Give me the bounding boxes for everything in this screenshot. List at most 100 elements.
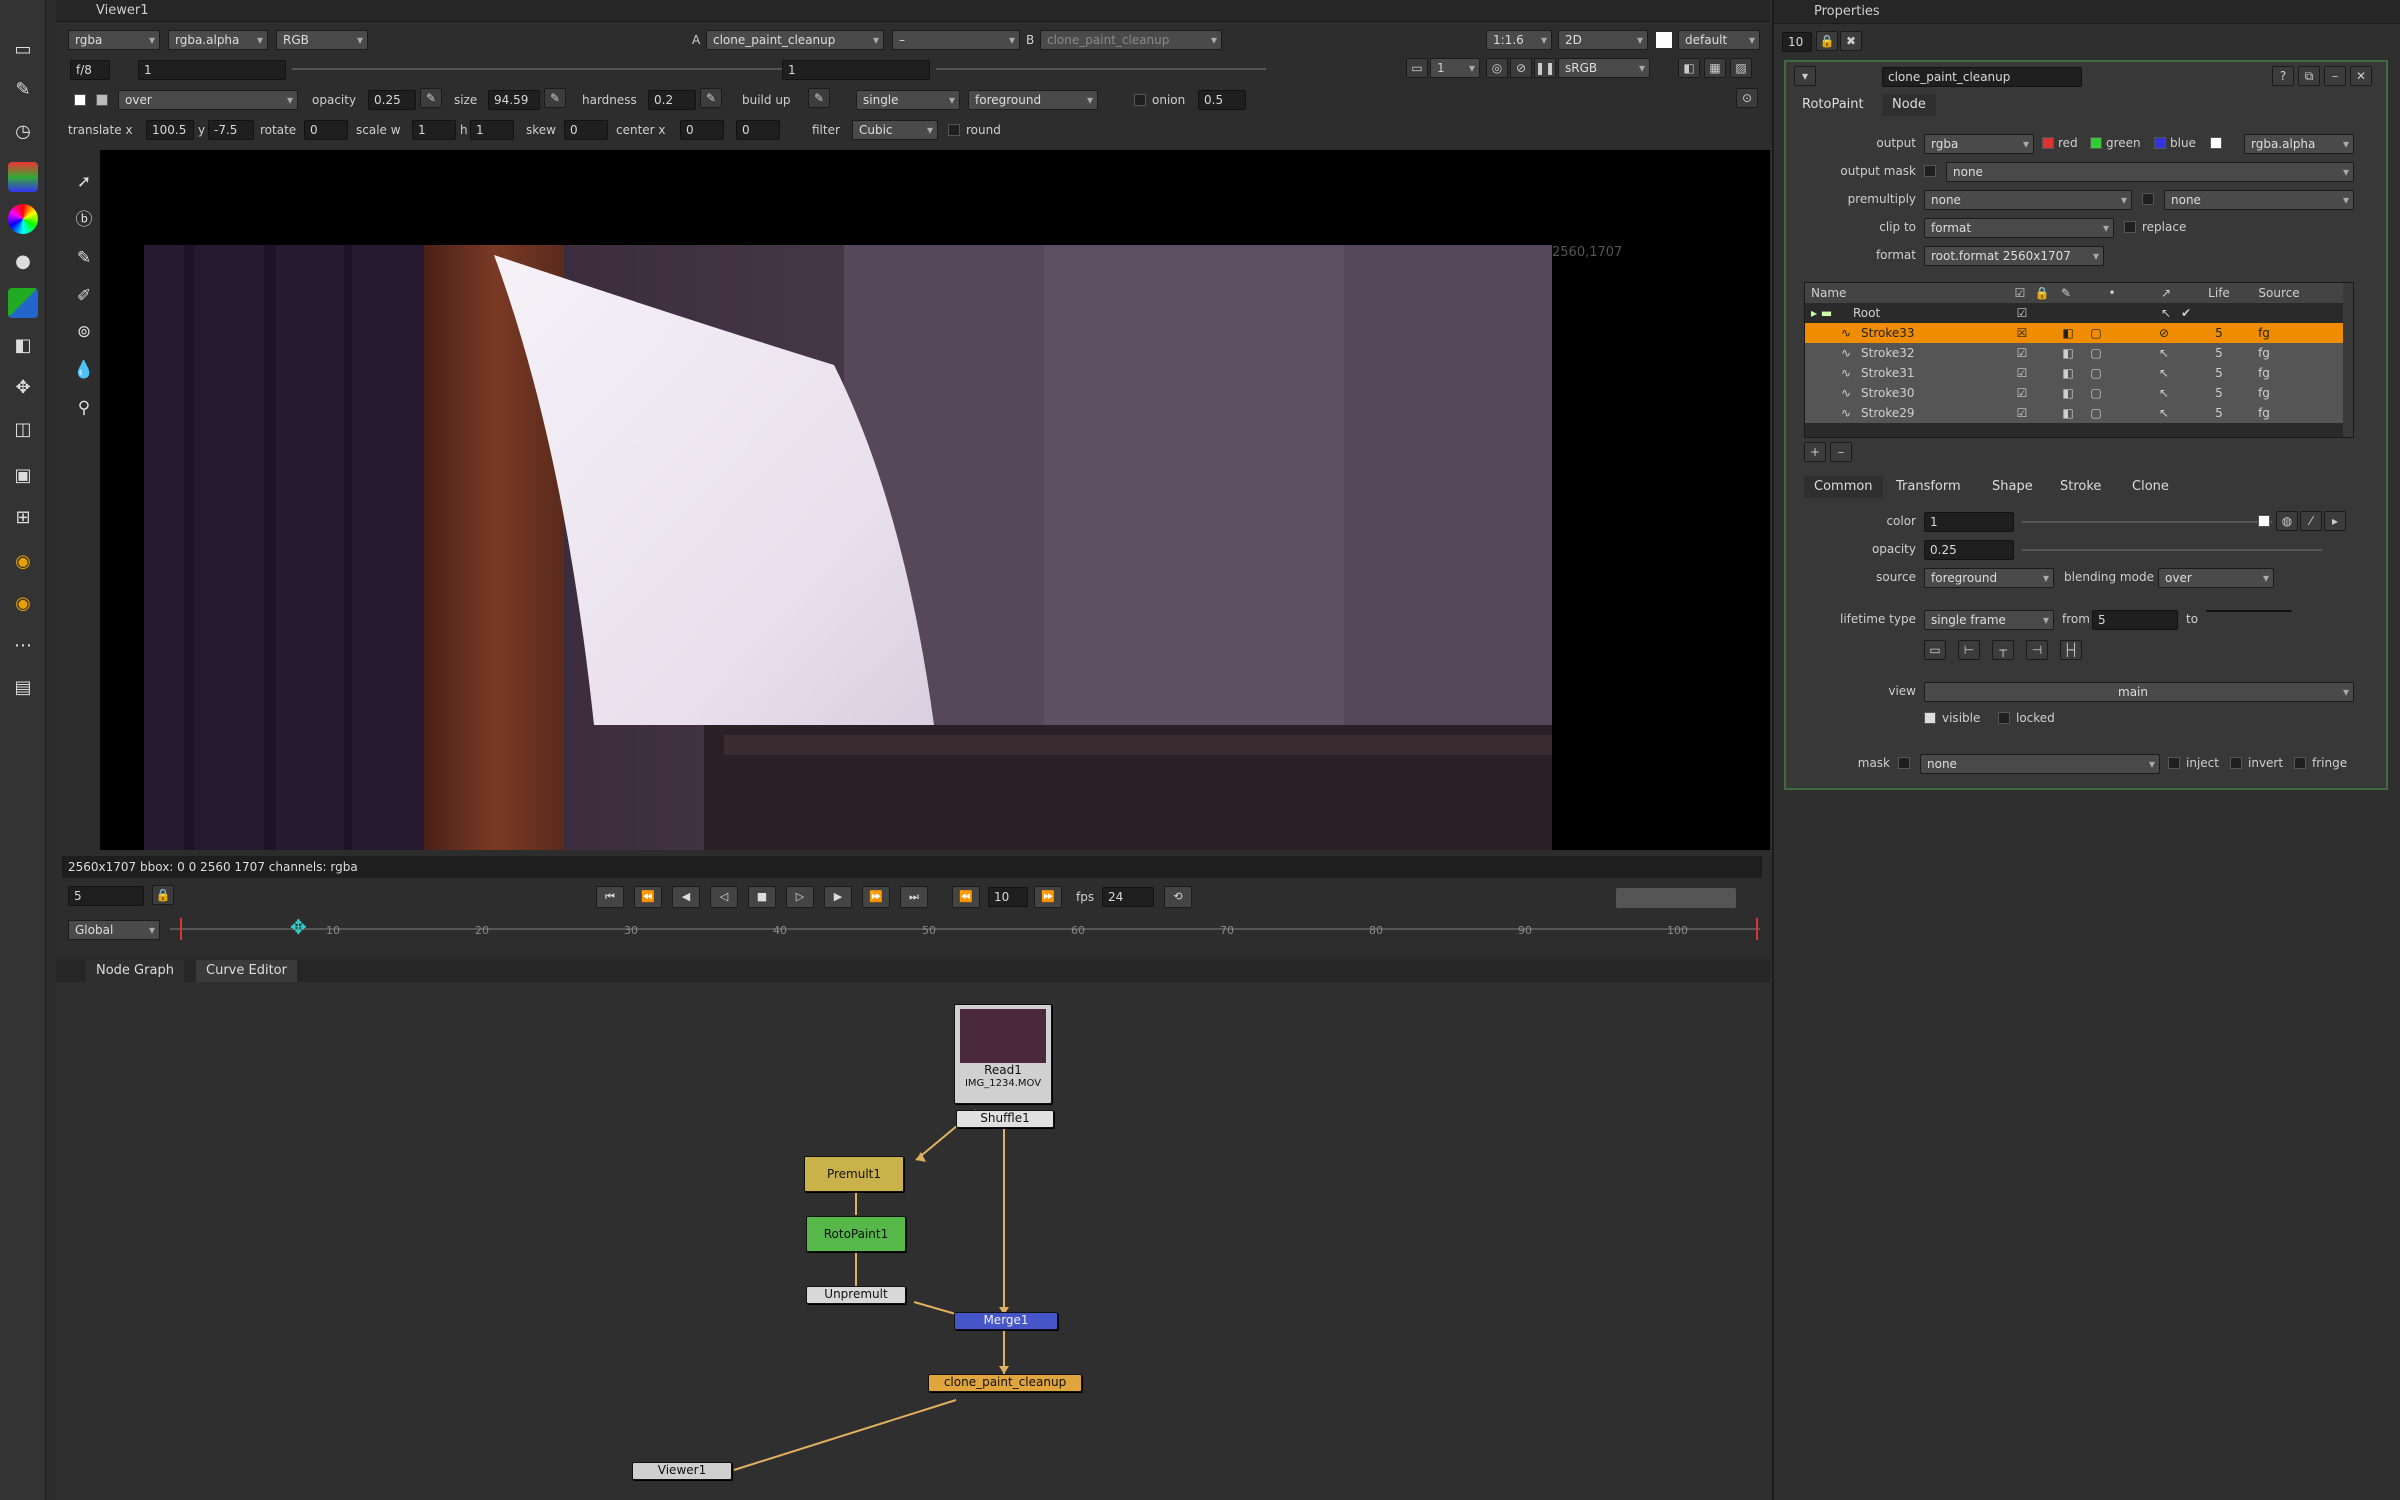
roi-icon[interactable]: ▭ bbox=[1406, 58, 1428, 78]
remove-layer-button[interactable]: – bbox=[1830, 442, 1852, 462]
color-swatch[interactable]: ◧ bbox=[2061, 363, 2075, 383]
blend-mode-select[interactable]: over bbox=[118, 90, 298, 110]
color-swatch[interactable]: ◧ bbox=[2061, 343, 2075, 363]
lifetime-select[interactable]: single bbox=[856, 90, 960, 110]
row-motion-icon[interactable]: ↖ bbox=[2157, 303, 2175, 323]
table-row-selected[interactable]: ∿ Stroke33 ☒ ◧ ▢ ⊘ 5 fg bbox=[1805, 323, 2345, 343]
image-icon[interactable]: ▭ bbox=[8, 34, 38, 64]
lifetime-start-button[interactable]: ⊢ bbox=[1958, 640, 1980, 660]
fg-color-swatch[interactable] bbox=[74, 94, 86, 106]
table-row[interactable]: ∿ Stroke32 ☑ ◧ ▢ ↖ 5 fg bbox=[1805, 343, 2345, 363]
channels-select[interactable]: rgba bbox=[68, 30, 160, 50]
lifetime-end-button[interactable]: ⊣ bbox=[2026, 640, 2048, 660]
stripes-icon[interactable]: ▨ bbox=[1730, 58, 1752, 78]
views-icon[interactable]: ▣ bbox=[8, 460, 38, 490]
center-y-field[interactable]: 0 bbox=[736, 120, 780, 140]
tab-node[interactable]: Node bbox=[1882, 94, 1936, 116]
stop-button[interactable]: ■ bbox=[748, 886, 776, 908]
motion-col-icon[interactable]: ↗ bbox=[2157, 283, 2175, 303]
first-frame-button[interactable]: ⏮ bbox=[596, 886, 624, 908]
inject-checkbox[interactable] bbox=[2168, 757, 2180, 769]
time-icon[interactable]: ◷ bbox=[8, 116, 38, 146]
premultiply-select[interactable]: none bbox=[1924, 190, 2132, 210]
blend-swatch[interactable]: ▢ bbox=[2089, 363, 2103, 383]
timeline[interactable]: Global ✥ 10 20 30 40 50 60 70 80 90 100 bbox=[66, 915, 1766, 940]
blend-swatch[interactable]: ▢ bbox=[2089, 403, 2103, 423]
bezier-tool-icon[interactable]: ⓑ bbox=[70, 206, 98, 234]
alpha-select[interactable]: rgba.alpha bbox=[168, 30, 268, 50]
skip-back-button[interactable]: ⏪ bbox=[952, 886, 980, 908]
colorspace-select[interactable]: RGB bbox=[276, 30, 368, 50]
clipping-warning-icon[interactable]: ◎ bbox=[1486, 58, 1508, 78]
visible-check[interactable]: ☒ bbox=[2015, 323, 2029, 343]
format-select[interactable]: root.format 2560x1707 bbox=[1924, 246, 2104, 266]
blend-col-icon[interactable]: • bbox=[2103, 283, 2121, 303]
eraser-tool-icon[interactable]: ✐ bbox=[70, 282, 98, 310]
blending-mode-select[interactable]: over bbox=[2158, 568, 2274, 588]
to-field[interactable] bbox=[2206, 610, 2292, 612]
collapse-icon[interactable]: ▾ bbox=[1794, 66, 1816, 86]
color-wheel-icon[interactable]: ◍ bbox=[2276, 511, 2298, 531]
premultiply-channel-select[interactable]: none bbox=[2164, 190, 2354, 210]
color-swatch[interactable]: ◧ bbox=[2061, 323, 2075, 343]
input-a-select[interactable]: clone_paint_cleanup bbox=[706, 30, 884, 50]
visible-check[interactable]: ☑ bbox=[2015, 403, 2029, 423]
fstop-field[interactable]: f/8 bbox=[70, 60, 110, 80]
blue-checkbox[interactable] bbox=[2154, 137, 2166, 149]
lut-select[interactable]: default bbox=[1678, 30, 1760, 50]
node-rotopaint[interactable]: RotoPaint1 bbox=[806, 1216, 906, 1252]
green-checkbox[interactable] bbox=[2090, 137, 2102, 149]
buildup-pressure-icon[interactable]: ✎ bbox=[808, 88, 830, 108]
3d-icon[interactable]: ◫ bbox=[8, 414, 38, 444]
table-row[interactable]: ∿ Stroke31 ☑ ◧ ▢ ↖ 5 fg bbox=[1805, 363, 2345, 383]
clip-to-select[interactable]: format bbox=[1924, 218, 2114, 238]
play-backward-button[interactable]: ◁ bbox=[710, 886, 738, 908]
merge-icon[interactable]: ◧ bbox=[8, 330, 38, 360]
lifetime-all-button[interactable]: ▭ bbox=[1924, 640, 1946, 660]
lock-range-icon[interactable]: 🔒 bbox=[152, 885, 174, 905]
minimize-icon[interactable]: – bbox=[2324, 66, 2346, 86]
zoom-select[interactable]: 1:1.6 bbox=[1486, 30, 1552, 50]
color-picker-icon[interactable]: ⁄ bbox=[2300, 511, 2322, 531]
play-forward-button[interactable]: ▷ bbox=[786, 886, 814, 908]
bg-color-swatch[interactable] bbox=[96, 94, 108, 106]
pin-icon[interactable]: ⊙ bbox=[1736, 88, 1758, 108]
color-field[interactable]: 1 bbox=[1924, 512, 2014, 532]
row-check-icon[interactable]: ✔ bbox=[2177, 303, 2195, 323]
color-swatch[interactable] bbox=[2258, 515, 2270, 527]
other-icon[interactable]: ⋯ bbox=[8, 630, 38, 660]
float-icon[interactable]: ⧉ bbox=[2298, 66, 2320, 86]
visible-check[interactable]: ☑ bbox=[2015, 383, 2029, 403]
help-icon[interactable]: ? bbox=[2272, 66, 2294, 86]
node-graph-panel[interactable]: Node Graph Curve Editor Read1 IMG_1234.M… bbox=[56, 960, 1770, 1500]
global-select[interactable]: Global bbox=[68, 920, 160, 940]
lock-panels-icon[interactable]: 🔒 bbox=[1816, 31, 1838, 51]
subtab-common[interactable]: Common bbox=[1804, 476, 1883, 498]
row-motion-icon[interactable]: ⊘ bbox=[2157, 323, 2171, 343]
increment-field[interactable]: 10 bbox=[988, 887, 1028, 907]
node-viewer[interactable]: Viewer1 bbox=[632, 1462, 732, 1480]
transform-icon[interactable]: ✥ bbox=[8, 372, 38, 402]
row-motion-icon[interactable]: ↖ bbox=[2157, 363, 2171, 383]
skew-field[interactable]: 0 bbox=[564, 120, 608, 140]
fringe-checkbox[interactable] bbox=[2294, 757, 2306, 769]
playhead[interactable]: ✥ bbox=[290, 914, 307, 940]
particles-icon[interactable]: ◉ bbox=[8, 546, 38, 576]
draw-icon[interactable]: ✎ bbox=[8, 74, 38, 104]
visible-check[interactable]: ☑ bbox=[2015, 363, 2029, 383]
overlay-icon[interactable]: ◧ bbox=[1678, 58, 1700, 78]
max-panels-field[interactable]: 10 bbox=[1782, 32, 1812, 52]
color-col-icon[interactable]: ✎ bbox=[2057, 283, 2075, 303]
next-keyframe-button[interactable]: ⏩ bbox=[862, 886, 890, 908]
locked-checkbox[interactable] bbox=[1998, 712, 2010, 724]
source-select[interactable]: foreground bbox=[1924, 568, 2054, 588]
color-swatch[interactable]: ◧ bbox=[2061, 383, 2075, 403]
opacity-field[interactable]: 0.25 bbox=[1924, 540, 2014, 560]
metadata-icon[interactable]: ⊞ bbox=[8, 502, 38, 532]
loop-button[interactable]: ⟲ bbox=[1164, 886, 1192, 908]
translate-y-field[interactable]: -7.5 bbox=[208, 120, 254, 140]
row-motion-icon[interactable]: ↖ bbox=[2157, 343, 2171, 363]
frame-field[interactable]: 5 bbox=[68, 886, 144, 906]
view-mode-select[interactable]: 2D bbox=[1558, 30, 1648, 50]
paused-icon[interactable]: ⊘ bbox=[1510, 58, 1532, 78]
